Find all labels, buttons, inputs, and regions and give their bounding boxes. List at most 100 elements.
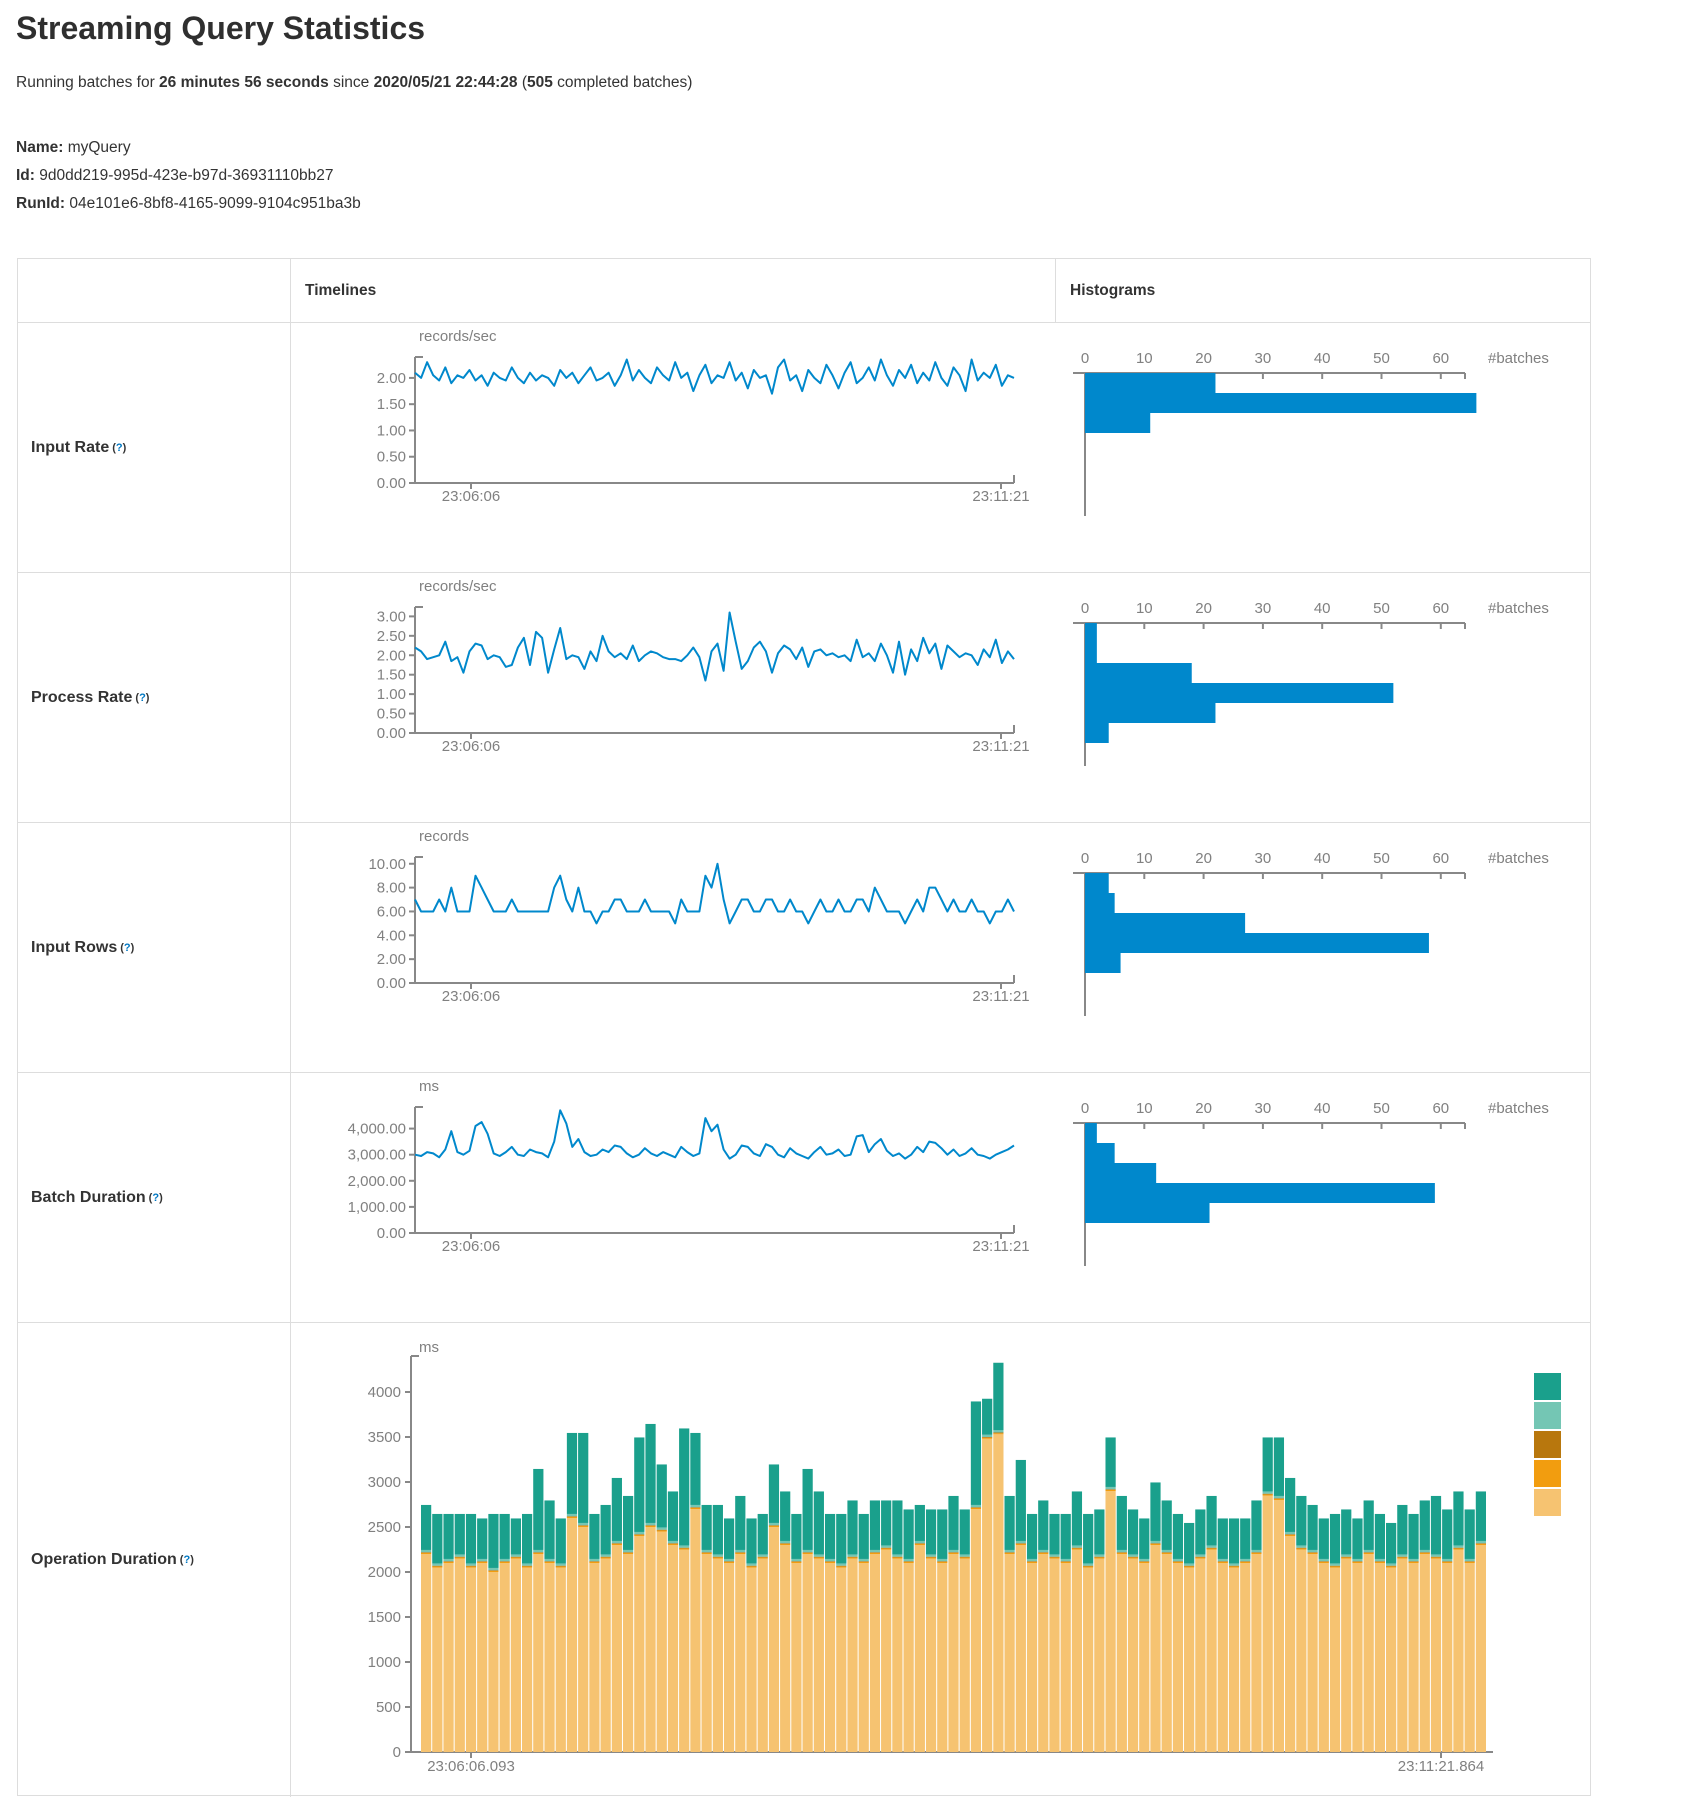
input-rate-hist-bar	[1085, 373, 1215, 393]
operation-duration-segment-light-teal-bar	[1061, 1559, 1071, 1561]
operation-duration-segment-dark-orange-bar	[1307, 1552, 1317, 1553]
operation-duration-segment-light-teal-bar	[443, 1559, 453, 1561]
input-rows-hist-bar	[1085, 953, 1121, 973]
subtitle-part: 2020/05/21 22:44:28	[374, 74, 518, 91]
operation-duration-segment-dark-orange-bar	[1274, 1498, 1284, 1499]
input-rate-y-tick: 0.00	[377, 475, 406, 492]
operation-duration-segment-dark-orange-bar	[948, 1552, 958, 1553]
input-rows-hist-tick: 0	[1081, 850, 1089, 867]
operation-duration-segment-dark-orange-bar	[455, 1557, 465, 1558]
operation-duration-segment-dark-orange-bar	[870, 1552, 880, 1553]
process-rate-hist-bar	[1085, 663, 1192, 683]
operation-duration-segment-dark-orange-bar	[1375, 1561, 1385, 1562]
operation-duration-segment-dark-orange-bar	[713, 1557, 723, 1558]
operation-duration-segment-orange-bar	[769, 1526, 779, 1527]
operation-duration-segment-dark-orange-bar	[1094, 1557, 1104, 1558]
operation-duration-segment-light-orange-bar	[847, 1559, 857, 1753]
operation-duration-segment-orange-bar	[960, 1557, 970, 1558]
operation-duration-segment-dark-orange-bar	[1319, 1561, 1329, 1562]
operation-duration-segment-light-teal-bar	[1038, 1550, 1048, 1552]
operation-duration-segment-orange-bar	[443, 1562, 453, 1563]
operation-duration-segment-light-teal-bar	[634, 1532, 644, 1534]
query-runid-label: RunId:	[16, 195, 65, 212]
query-name-line: Name: myQuery	[16, 134, 361, 162]
process-rate-hist-bar	[1085, 703, 1215, 723]
operation-duration-segment-light-teal-bar	[1341, 1554, 1351, 1556]
operation-duration-segment-orange-bar	[859, 1562, 869, 1563]
process-rate-help-icon[interactable]: (?)	[135, 692, 149, 704]
operation-duration-segment-dark-orange-bar	[1476, 1543, 1486, 1544]
operation-duration-segment-light-orange-bar	[533, 1554, 543, 1752]
operation-duration-segment-dark-orange-bar	[1184, 1566, 1194, 1567]
operation-duration-segment-light-teal-bar	[578, 1523, 588, 1525]
operation-duration-segment-dark-orange-bar	[971, 1507, 981, 1508]
operation-duration-segment-teal-bar	[1173, 1514, 1183, 1559]
operation-duration-segment-teal-bar	[1408, 1514, 1418, 1559]
operation-duration-segment-light-orange-bar	[1128, 1559, 1138, 1753]
operation-duration-segment-teal-bar	[1083, 1514, 1093, 1564]
operation-duration-segment-orange-bar	[1285, 1535, 1295, 1536]
operation-duration-y-tick: 4000	[368, 1384, 401, 1401]
legend-swatch-1	[1534, 1402, 1561, 1429]
operation-duration-segment-orange-bar	[1408, 1562, 1418, 1563]
operation-duration-help-icon[interactable]: (?)	[180, 1554, 194, 1566]
operation-duration-segment-light-orange-bar	[668, 1545, 678, 1752]
operation-duration-segment-teal-bar	[1420, 1500, 1430, 1550]
operation-duration-unit-label: ms	[419, 1339, 439, 1356]
operation-duration-segment-light-orange-bar	[1420, 1554, 1430, 1752]
table-row: Batch Duration (?) ms4,000.003,000.002,0…	[18, 1073, 1590, 1323]
operation-duration-segment-orange-bar	[1195, 1557, 1205, 1558]
operation-duration-segment-light-orange-bar	[993, 1434, 1003, 1752]
operation-duration-segment-orange-bar	[657, 1530, 667, 1531]
operation-duration-segment-light-orange-bar	[556, 1568, 566, 1753]
operation-duration-segment-teal-bar	[1004, 1496, 1014, 1550]
operation-duration-segment-dark-orange-bar	[1128, 1557, 1138, 1558]
process-rate-charts: records/sec3.002.502.001.501.000.500.002…	[291, 573, 1590, 822]
operation-duration-segment-light-orange-bar	[713, 1559, 723, 1753]
operation-duration-segment-light-teal-bar	[1296, 1545, 1306, 1547]
operation-duration-segment-light-teal-bar	[735, 1550, 745, 1552]
input-rows-label: Input Rows	[31, 939, 117, 957]
operation-duration-segment-dark-orange-bar	[1285, 1534, 1295, 1535]
operation-duration-segment-light-teal-bar	[466, 1563, 476, 1565]
input-rate-help-icon[interactable]: (?)	[112, 442, 126, 454]
process-rate-hist-tick: 40	[1314, 600, 1331, 617]
operation-duration-segment-teal-bar	[960, 1509, 970, 1554]
operation-duration-segment-dark-orange-bar	[1162, 1552, 1172, 1553]
operation-duration-segment-dark-orange-bar	[1016, 1543, 1026, 1544]
operation-duration-segment-orange-bar	[1038, 1553, 1048, 1554]
operation-duration-segment-light-orange-bar	[1465, 1563, 1475, 1752]
operation-duration-segment-orange-bar	[1251, 1553, 1261, 1554]
operation-duration-segment-dark-orange-bar	[522, 1566, 532, 1567]
operation-duration-segment-dark-orange-bar	[1061, 1561, 1071, 1562]
operation-duration-segment-light-orange-bar	[1442, 1563, 1452, 1752]
operation-duration-segment-teal-bar	[432, 1514, 442, 1564]
operation-duration-segment-dark-orange-bar	[1453, 1548, 1463, 1549]
operation-duration-segment-light-orange-bar	[432, 1568, 442, 1753]
operation-duration-segment-light-teal-bar	[892, 1554, 902, 1556]
process-rate-hist-tick: 60	[1432, 600, 1449, 617]
operation-duration-segment-light-orange-bar	[791, 1563, 801, 1752]
operation-duration-segment-light-orange-bar	[522, 1568, 532, 1753]
operation-duration-segment-teal-bar	[758, 1514, 768, 1555]
operation-duration-segment-dark-orange-bar	[432, 1566, 442, 1567]
operation-duration-segment-orange-bar	[1319, 1562, 1329, 1563]
operation-duration-segment-light-orange-bar	[982, 1439, 992, 1752]
operation-duration-segment-orange-bar	[937, 1562, 947, 1563]
operation-duration-segment-dark-orange-bar	[500, 1561, 510, 1562]
operation-duration-segment-light-teal-bar	[1083, 1563, 1093, 1565]
operation-duration-segment-dark-orange-bar	[836, 1566, 846, 1567]
operation-duration-segment-dark-orange-bar	[511, 1557, 521, 1558]
operation-duration-segment-light-teal-bar	[803, 1550, 813, 1552]
operation-duration-segment-dark-orange-bar	[634, 1534, 644, 1535]
operation-duration-segment-dark-orange-bar	[1004, 1552, 1014, 1553]
operation-duration-segment-light-orange-bar	[645, 1527, 655, 1752]
operation-duration-segment-light-orange-bar	[724, 1563, 734, 1752]
operation-duration-segment-dark-orange-bar	[1218, 1561, 1228, 1562]
batch-duration-hist-bar	[1085, 1183, 1435, 1203]
operation-duration-segment-light-orange-bar	[892, 1559, 902, 1753]
input-rows-help-icon[interactable]: (?)	[120, 942, 134, 954]
input-rate-hist-tick: 0	[1081, 350, 1089, 367]
batch-duration-help-icon[interactable]: (?)	[149, 1192, 163, 1204]
operation-duration-segment-light-orange-bar	[803, 1554, 813, 1752]
